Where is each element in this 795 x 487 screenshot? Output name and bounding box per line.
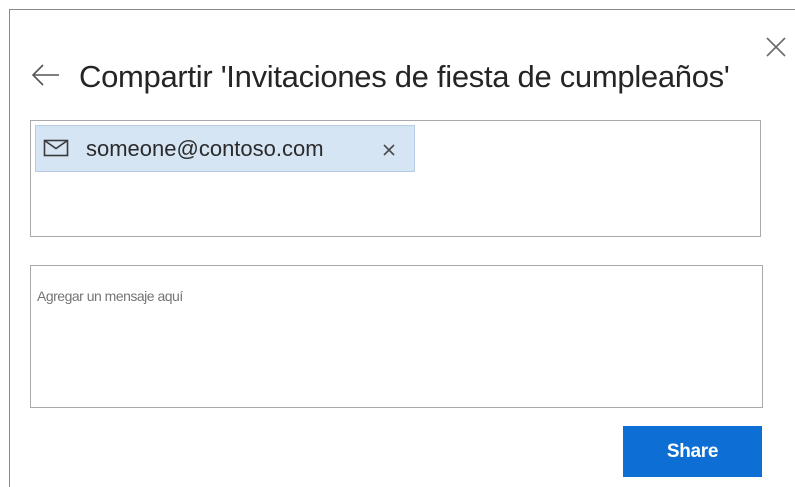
share-button[interactable]: Share xyxy=(623,426,762,477)
recipient-chip[interactable]: someone@contoso.com xyxy=(35,125,415,172)
remove-x-icon xyxy=(383,144,395,156)
dialog-border-left xyxy=(9,9,10,487)
arrow-left-icon xyxy=(31,64,59,86)
back-button[interactable] xyxy=(30,62,62,88)
dialog-border-top xyxy=(9,9,795,10)
close-icon xyxy=(766,37,786,57)
share-dialog: Compartir 'Invitaciones de fiesta de cum… xyxy=(0,0,795,487)
remove-recipient-button[interactable] xyxy=(379,140,399,160)
message-input[interactable] xyxy=(30,265,763,408)
recipient-email: someone@contoso.com xyxy=(86,136,324,161)
close-button[interactable] xyxy=(763,34,789,60)
dialog-title: Compartir 'Invitaciones de fiesta de cum… xyxy=(79,59,730,94)
mail-envelope-icon xyxy=(43,139,69,157)
